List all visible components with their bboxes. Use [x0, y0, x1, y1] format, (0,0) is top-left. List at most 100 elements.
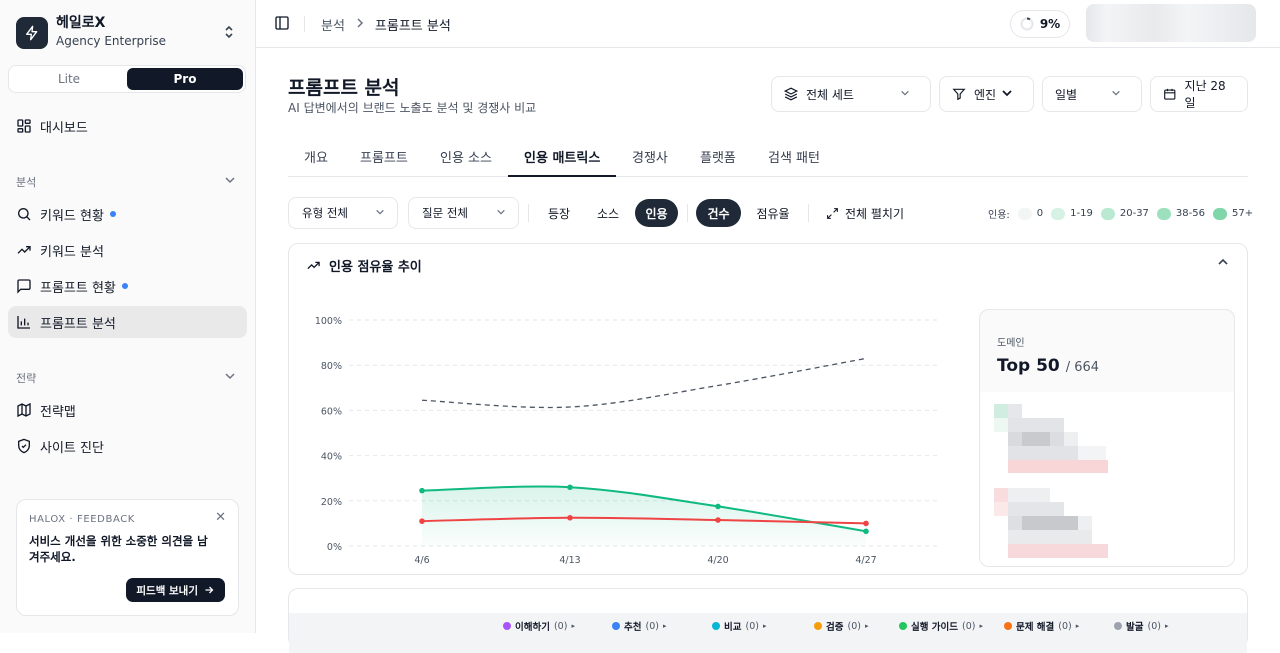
y-tick-label: 20% [321, 497, 342, 508]
tab-platforms[interactable]: 플랫폼 [700, 147, 736, 166]
citation-share-trend-card: 인용 점유율 추이 0% 20% 40% 60% 80% 100% 4/6 4/13 4/20… [288, 243, 1248, 575]
category-color-dot [612, 622, 620, 630]
sidebar-item-site-diagnosis[interactable]: 사이트 진단 [8, 430, 247, 462]
category-item[interactable]: 문제 해결 (0) ▸ [1004, 619, 1079, 633]
map-icon [17, 402, 31, 418]
sidebar-item-strategy-map[interactable]: 전략맵 [8, 394, 247, 426]
chevron-down-icon[interactable] [224, 174, 236, 189]
category-color-dot [814, 622, 822, 630]
heat-scale-2: 20-37 [1119, 208, 1149, 219]
tab-competitors[interactable]: 경쟁사 [632, 147, 668, 166]
chevron-up-icon[interactable] [1217, 256, 1229, 271]
tab-search-patterns[interactable]: 검색 패턴 [768, 147, 820, 166]
heat-swatch [1051, 207, 1066, 220]
category-item[interactable]: 이해하기 (0) ▸ [503, 619, 575, 633]
breadcrumb-item-analysis[interactable]: 분석 [321, 15, 345, 34]
category-color-dot [899, 622, 907, 630]
tab-citation-matrix[interactable]: 인용 매트릭스 [524, 147, 600, 166]
type-select[interactable]: 유형 전체 [288, 197, 398, 229]
user-menu-redacted[interactable] [1086, 4, 1256, 42]
caret-right-icon: ▸ [1164, 622, 1169, 630]
sidebar-item-label: 키워드 현황 [40, 208, 104, 224]
breadcrumb: 분석 프롬프트 분석 [321, 15, 451, 34]
category-item[interactable]: 비교 (0) ▸ [712, 619, 766, 633]
sidebar-item-dashboard[interactable]: 대시보드 [8, 110, 247, 142]
category-item[interactable]: 추천 (0) ▸ [612, 619, 666, 633]
layers-icon [784, 87, 798, 101]
heat-scale-label: 인용: [988, 210, 1010, 221]
date-range-filter[interactable]: 지난 28일 [1150, 76, 1248, 112]
sidebar-item-keyword-analysis[interactable]: 키워드 분석 [8, 234, 247, 266]
category-color-dot [1004, 622, 1012, 630]
usage-progress-label: 9% [1039, 17, 1061, 31]
series-line-0 [421, 357, 867, 409]
calendar-icon [1164, 88, 1176, 100]
workspace-switcher[interactable]: 헤일로X Agency Enterprise [16, 16, 166, 49]
x-tick-label: 4/6 [414, 555, 429, 566]
y-tick-label: 80% [321, 361, 342, 372]
period-filter[interactable]: 일별 [1042, 76, 1142, 112]
category-count: (0) [745, 620, 759, 632]
tab-citation-sources[interactable]: 인용 소스 [440, 147, 492, 166]
sidebar-item-keyword-status[interactable]: 키워드 현황 [8, 198, 247, 230]
domain-label: 도메인 [997, 338, 1025, 349]
expand-all-button[interactable]: 전체 펼치기 [826, 205, 904, 222]
plan-lite[interactable]: Lite [11, 68, 127, 90]
page-subtitle: AI 답변에서의 브랜드 노출도 분석 및 경쟁사 비교 [288, 101, 537, 115]
category-item[interactable]: 발굴 (0) ▸ [1114, 619, 1168, 633]
tab-overview[interactable]: 개요 [304, 147, 328, 166]
feedback-title: 서비스 개선을 위한 소중한 의견을 남겨주세요. [29, 534, 208, 564]
view-chip-source[interactable]: 소스 [589, 199, 627, 227]
y-tick-label: 40% [321, 452, 342, 463]
engine-filter[interactable]: 엔진 [939, 76, 1034, 112]
data-point [863, 528, 869, 535]
plan-toggle: Lite Pro [8, 65, 246, 93]
message-icon [17, 279, 31, 294]
search-icon [18, 208, 31, 221]
chevron-down-icon[interactable] [224, 370, 236, 385]
chevron-updown-icon[interactable] [224, 24, 234, 43]
bolt-icon [16, 16, 48, 49]
breadcrumb-item-current: 프롬프트 분석 [374, 19, 451, 34]
data-point [715, 503, 721, 510]
caret-right-icon: ▸ [571, 622, 575, 630]
plan-pro[interactable]: Pro [127, 68, 243, 90]
category-count: (0) [553, 620, 568, 632]
usage-progress[interactable]: 9% [1010, 10, 1070, 38]
sidebar-item-prompt-status[interactable]: 프롬프트 현황 [8, 270, 247, 302]
metric-chip-count[interactable]: 건수 [696, 199, 741, 227]
heat-scale-4: 57+ [1231, 208, 1254, 219]
redacted-domain-list [980, 392, 1234, 566]
data-point [863, 520, 869, 527]
sidebar-item-label: 사이트 진단 [40, 440, 104, 456]
new-indicator-dot [109, 211, 116, 217]
divider [304, 16, 305, 32]
feedback-card: HALOX · FEEDBACK 서비스 개선을 위한 소중한 의견을 남겨주세… [16, 499, 239, 616]
citation-matrix-card [288, 588, 1248, 653]
page-title: 프롬프트 분석 [288, 77, 400, 99]
data-point [419, 487, 425, 494]
question-select[interactable]: 질문 전체 [408, 197, 519, 229]
y-tick-label: 60% [321, 406, 342, 417]
category-label: 실행 가이드 [911, 622, 959, 633]
x-tick-label: 4/20 [707, 555, 728, 566]
send-feedback-label: 피드백 보내기 [136, 584, 198, 597]
category-item[interactable]: 실행 가이드 (0) ▸ [899, 619, 983, 633]
close-icon[interactable]: ✕ [215, 510, 226, 525]
category-count: (0) [962, 620, 976, 632]
bar-chart-icon [17, 316, 30, 329]
send-feedback-button[interactable]: 피드백 보내기 [126, 578, 225, 602]
metric-chip-share[interactable]: 점유율 [750, 199, 796, 227]
tab-prompts[interactable]: 프롬프트 [360, 147, 408, 166]
sidebar-toggle-icon[interactable] [274, 15, 290, 31]
set-filter[interactable]: 전체 세트 [771, 76, 931, 112]
category-count: (0) [645, 620, 659, 632]
caret-right-icon: ▸ [762, 622, 767, 630]
sidebar-item-prompt-analysis[interactable]: 프롬프트 분석 [8, 306, 247, 338]
heat-swatch [1017, 207, 1032, 220]
view-chip-citation[interactable]: 인용 [635, 199, 678, 227]
category-item[interactable]: 검증 (0) ▸ [814, 619, 868, 633]
domain-count: Top 50 / 664 [997, 356, 1099, 376]
view-chip-appearance[interactable]: 등장 [540, 199, 578, 227]
divider [528, 204, 529, 222]
